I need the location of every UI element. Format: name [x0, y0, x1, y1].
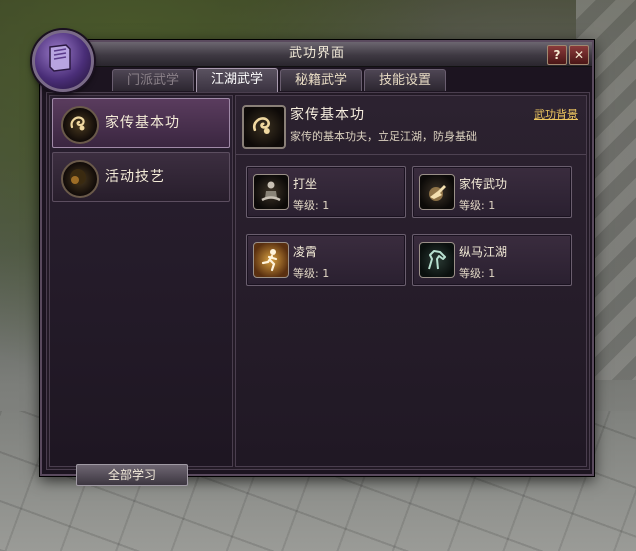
martial-arts-window: 武功界面 ? ✕ 门派武学 江湖武学 秘籍武学 技能设置 家传基本功 活动技艺 …: [32, 30, 594, 486]
content-panel: 家传基本功 活动技艺 家传基本功 家传的基本功夫，立足江湖，防身基础 武功背景 …: [46, 92, 590, 470]
running-man-icon: [253, 242, 289, 278]
sidebar-item-activity-skills[interactable]: 活动技艺: [52, 152, 230, 202]
skill-card-meditate[interactable]: 打坐 等级: 1: [246, 166, 406, 218]
skill-name: 打坐: [293, 177, 318, 191]
tab-jianghu-martial-arts[interactable]: 江湖武学: [196, 68, 278, 92]
horse-icon: [419, 242, 455, 278]
skill-name: 纵马江湖: [459, 245, 508, 259]
tab-secret-manual-arts[interactable]: 秘籍武学: [280, 69, 362, 91]
close-button[interactable]: ✕: [569, 45, 589, 65]
category-sidebar: 家传基本功 活动技艺: [49, 95, 233, 467]
tab-skill-settings[interactable]: 技能设置: [364, 69, 446, 91]
swirl-fist-icon: [242, 105, 286, 149]
skill-card-ride-horse[interactable]: 纵马江湖 等级: 1: [412, 234, 572, 286]
skill-card-lingxiao[interactable]: 凌霄 等级: 1: [246, 234, 406, 286]
category-title: 家传基本功: [290, 107, 365, 123]
dark-orb-icon: [61, 160, 99, 198]
title-bar[interactable]: 武功界面 ? ✕: [42, 42, 592, 67]
help-button[interactable]: ?: [547, 45, 567, 65]
swirl-fist-icon: [61, 106, 99, 144]
skill-level: 等级: 1: [459, 199, 496, 212]
learn-all-button[interactable]: 全部学习: [76, 464, 188, 486]
book-emblem-icon: [32, 30, 94, 92]
category-description: 家传的基本功夫，立足江湖，防身基础: [290, 130, 477, 143]
skill-category-header: 家传基本功 家传的基本功夫，立足江湖，防身基础 武功背景: [236, 96, 586, 155]
palm-strike-icon: [419, 174, 455, 210]
skill-name: 凌霄: [293, 245, 318, 259]
sidebar-item-label: 活动技艺: [105, 169, 165, 185]
martial-background-link[interactable]: 武功背景: [534, 106, 578, 122]
skill-level: 等级: 1: [459, 267, 496, 280]
meditate-icon: [253, 174, 289, 210]
window-title: 武功界面: [288, 46, 345, 61]
sidebar-item-label: 家传基本功: [105, 115, 180, 131]
skill-card-family-martial[interactable]: 家传武功 等级: 1: [412, 166, 572, 218]
skill-detail-panel: 家传基本功 家传的基本功夫，立足江湖，防身基础 武功背景 打坐 等级: 1 家传…: [235, 95, 587, 467]
skill-name: 家传武功: [459, 177, 508, 191]
sidebar-item-family-basics[interactable]: 家传基本功: [52, 98, 230, 148]
tab-sect-martial-arts[interactable]: 门派武学: [112, 69, 194, 91]
skill-level: 等级: 1: [293, 199, 330, 212]
skill-level: 等级: 1: [293, 267, 330, 280]
